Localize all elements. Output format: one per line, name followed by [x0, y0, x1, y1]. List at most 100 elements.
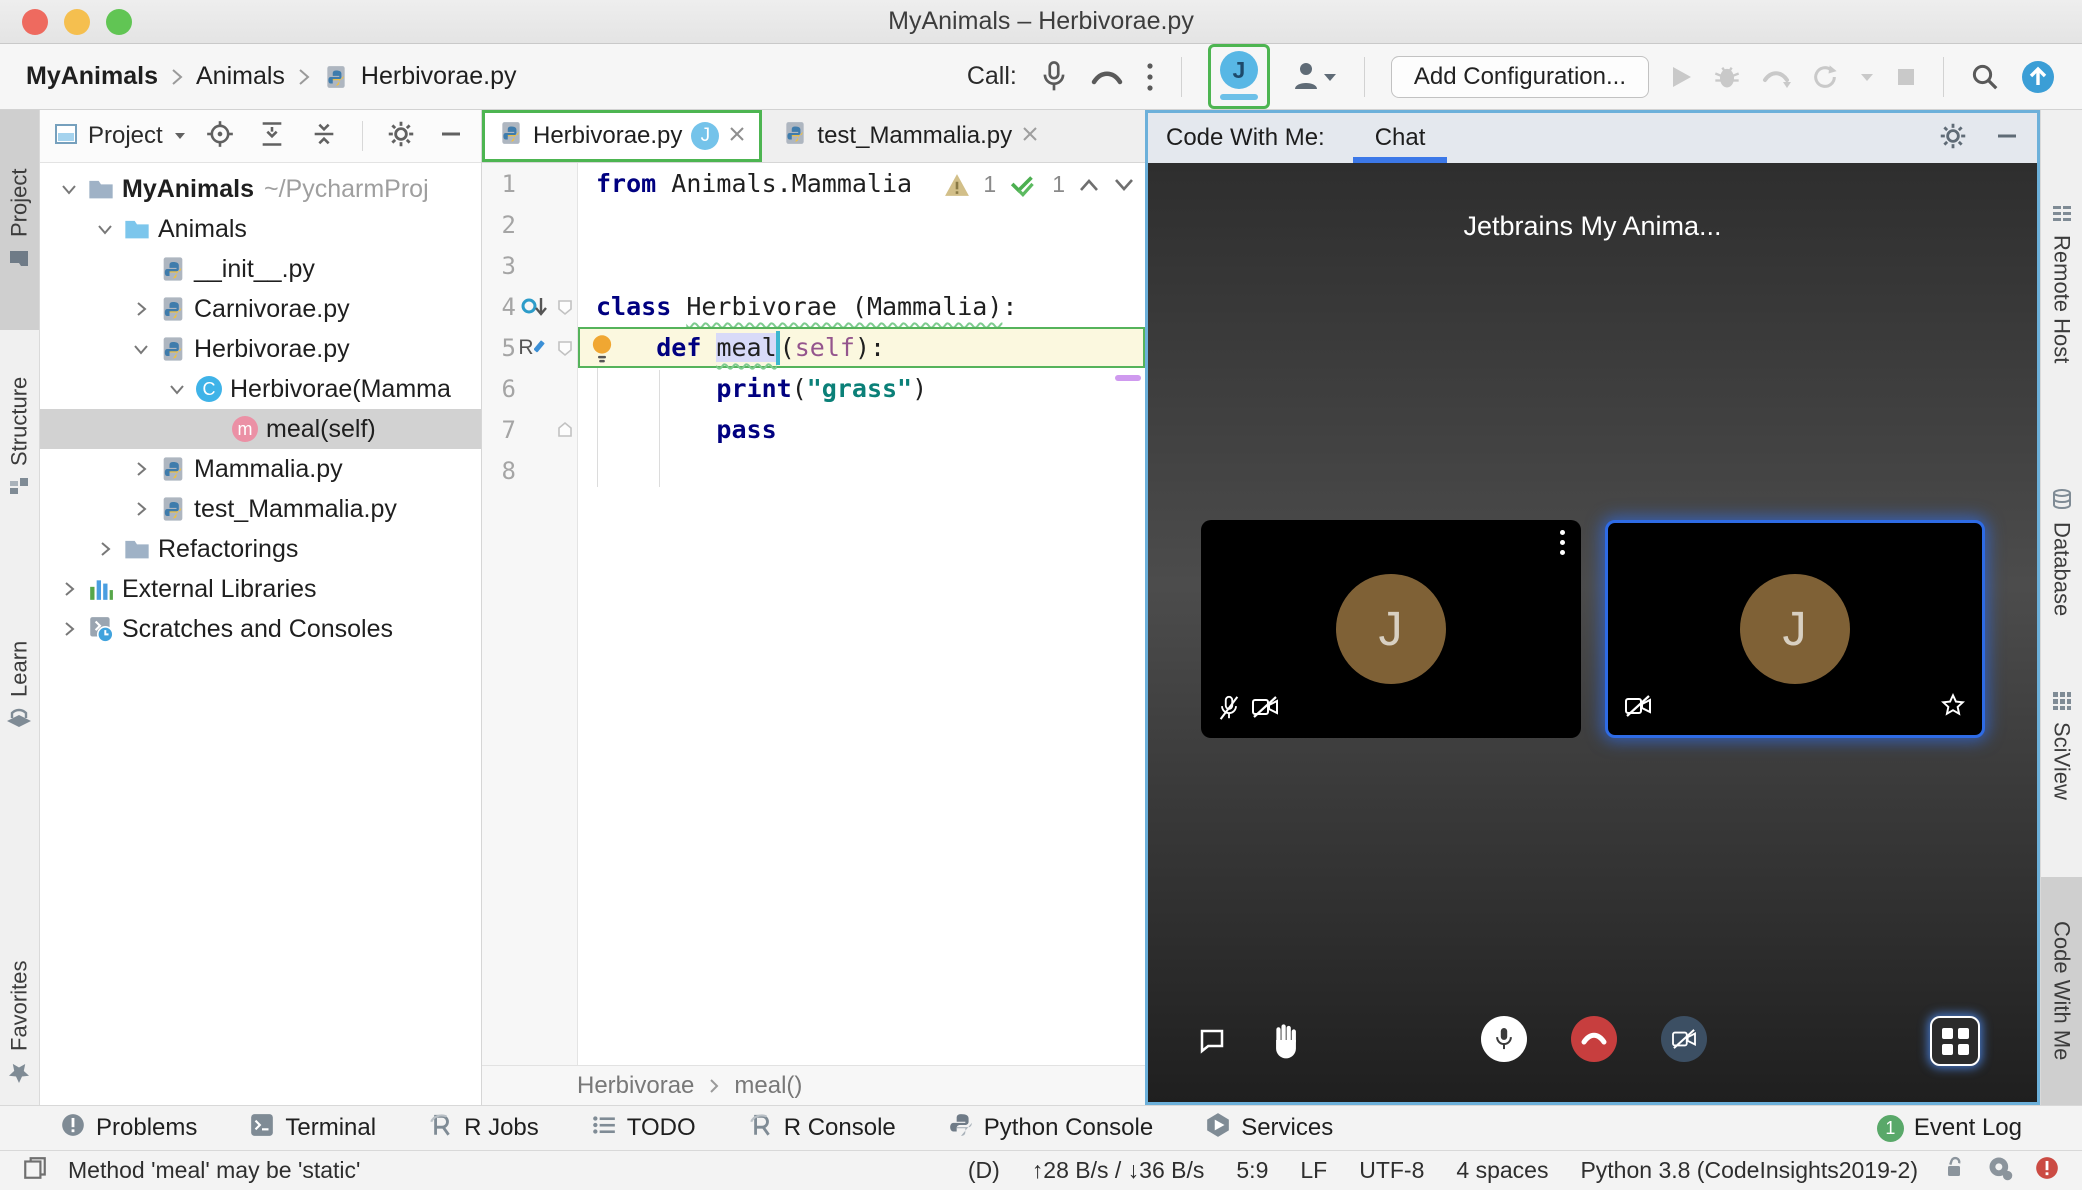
tree-item[interactable]: Herbivorae.py — [40, 329, 481, 369]
more-options-kebab-icon[interactable] — [1145, 60, 1155, 94]
expand-all-icon[interactable] — [258, 120, 286, 153]
error-indicator-icon[interactable] — [2034, 1155, 2060, 1187]
tree-item[interactable]: m meal(self) — [40, 409, 481, 449]
next-problem-icon[interactable] — [1113, 177, 1135, 193]
close-icon[interactable] — [1021, 122, 1039, 150]
tab-herbivorae-py[interactable]: Herbivorae.py J — [482, 110, 763, 162]
tab-terminal[interactable]: Terminal — [249, 1112, 376, 1145]
gear-icon[interactable] — [1939, 122, 1967, 155]
sidebar-item-database[interactable]: Database — [2041, 462, 2082, 642]
inspection-profile-icon[interactable] — [1986, 1154, 2014, 1188]
hang-up-icon[interactable] — [1089, 64, 1125, 90]
code-line-text[interactable]: pass — [578, 409, 1145, 450]
search-everywhere-icon[interactable] — [1970, 62, 2000, 92]
code-line-text[interactable] — [578, 204, 1145, 245]
tree-item[interactable]: __init__.py — [40, 249, 481, 289]
chevron-closed-icon[interactable] — [126, 300, 156, 318]
tree-item[interactable]: C Herbivorae(Mamma — [40, 369, 481, 409]
collapse-all-icon[interactable] — [310, 120, 338, 153]
code-line-text[interactable]: class Herbivorae (Mammalia): — [578, 286, 1145, 327]
stop-icon[interactable] — [1895, 66, 1917, 88]
dropdown-caret-icon[interactable] — [1859, 71, 1875, 83]
tile-menu-kebab-icon[interactable] — [1559, 530, 1565, 555]
code-line-text[interactable] — [578, 450, 1145, 491]
participants-icon[interactable] — [1290, 60, 1338, 94]
breadcrumb-folder[interactable]: Animals — [196, 62, 285, 91]
status-item[interactable]: Python 3.8 (CodeInsights2019-2) — [1580, 1157, 1918, 1184]
chevron-closed-icon[interactable] — [126, 460, 156, 478]
sidebar-item-code-with-me[interactable]: Code With Me — [2041, 877, 2082, 1105]
breadcrumb-project[interactable]: MyAnimals — [26, 62, 158, 91]
breadcrumb-file[interactable]: Herbivorae.py — [361, 62, 517, 91]
add-configuration-button[interactable]: Add Configuration... — [1390, 55, 1649, 98]
tree-item[interactable]: Scratches and Consoles — [40, 609, 481, 649]
raise-hand-button[interactable] — [1269, 1020, 1303, 1060]
run-icon[interactable] — [1669, 64, 1693, 90]
prev-problem-icon[interactable] — [1078, 177, 1100, 193]
toolwindow-toggle-icon[interactable] — [22, 1155, 48, 1187]
gear-icon[interactable] — [387, 120, 415, 153]
tree-item[interactable]: test_Mammalia.py — [40, 489, 481, 529]
chat-button[interactable] — [1197, 1026, 1227, 1056]
status-item[interactable]: (D) — [968, 1157, 1000, 1184]
chevron-open-icon[interactable] — [90, 220, 120, 238]
status-item[interactable]: 5:9 — [1236, 1157, 1268, 1184]
grid-view-button[interactable] — [1930, 1016, 1980, 1066]
tree-item[interactable]: Animals — [40, 209, 481, 249]
close-icon[interactable] — [728, 122, 746, 150]
project-panel-title[interactable]: Project — [88, 122, 163, 150]
tab-services[interactable]: Services — [1205, 1112, 1333, 1145]
tab-r-console[interactable]: R Console — [748, 1112, 896, 1145]
rerun-icon[interactable] — [1811, 63, 1839, 91]
code-editor[interactable]: 1 from Animals.Mammalia 2 3 4 class Herbivora… — [482, 163, 1145, 1065]
tab-todo[interactable]: TODO — [591, 1112, 696, 1145]
tab-r-jobs[interactable]: R Jobs — [428, 1112, 539, 1145]
sidebar-item-structure[interactable]: Structure — [0, 342, 39, 532]
status-item[interactable]: ↑28 B/s / ↓36 B/s — [1032, 1157, 1205, 1184]
hide-panel-icon[interactable] — [439, 122, 463, 151]
status-item[interactable]: LF — [1300, 1157, 1327, 1184]
update-available-icon[interactable] — [2020, 59, 2056, 95]
tab-python-console[interactable]: Python Console — [948, 1112, 1153, 1145]
inspections-widget[interactable]: 1 1 — [944, 171, 1135, 198]
tree-item[interactable]: Refactorings — [40, 529, 481, 569]
debug-icon[interactable] — [1713, 63, 1741, 91]
chevron-closed-icon[interactable] — [54, 580, 84, 598]
status-item[interactable]: UTF-8 — [1359, 1157, 1424, 1184]
locate-file-icon[interactable] — [206, 120, 234, 153]
chevron-closed-icon[interactable] — [126, 500, 156, 518]
following-user-avatar[interactable]: J — [1207, 44, 1270, 109]
microphone-icon[interactable] — [1039, 60, 1069, 94]
tab-problems[interactable]: Problems — [60, 1112, 197, 1145]
tab-event-log[interactable]: 1 Event Log — [1876, 1114, 2022, 1142]
sidebar-item-remote-host[interactable]: Remote Host — [2041, 138, 2082, 428]
attach-profiler-icon[interactable] — [1761, 64, 1791, 90]
breadcrumb-method[interactable]: meal() — [734, 1072, 802, 1100]
sidebar-item-project[interactable]: Project — [0, 110, 39, 330]
sidebar-item-sciview[interactable]: SciView — [2041, 670, 2082, 820]
camera-button[interactable] — [1661, 1016, 1707, 1062]
fold-end-marker-icon[interactable] — [556, 421, 574, 439]
override-marker-icon[interactable] — [519, 294, 549, 320]
intention-bulb-icon[interactable] — [588, 333, 616, 371]
code-line-text[interactable] — [578, 245, 1145, 286]
chevron-closed-icon[interactable] — [54, 620, 84, 638]
tree-item[interactable]: External Libraries — [40, 569, 481, 609]
status-item[interactable]: 4 spaces — [1456, 1157, 1548, 1184]
end-call-button[interactable] — [1571, 1016, 1617, 1062]
microphone-button[interactable] — [1481, 1016, 1527, 1062]
fold-marker-icon[interactable] — [556, 339, 574, 357]
video-tile-participant-1[interactable]: J — [1200, 520, 1581, 738]
tree-item[interactable]: Carnivorae.py — [40, 289, 481, 329]
tree-item[interactable]: Mammalia.py — [40, 449, 481, 489]
unlocked-icon[interactable] — [1942, 1155, 1966, 1187]
fold-marker-icon[interactable] — [556, 298, 574, 316]
sidebar-item-learn[interactable]: Learn — [0, 610, 39, 760]
tree-item[interactable]: MyAnimals ~/PycharmProj — [40, 169, 481, 209]
breadcrumb-class[interactable]: Herbivorae — [577, 1072, 694, 1100]
sidebar-item-favorites[interactable]: Favorites — [0, 940, 39, 1105]
chevron-open-icon[interactable] — [126, 340, 156, 358]
star-icon[interactable] — [1940, 692, 1966, 723]
video-tile-participant-2-active[interactable]: J — [1604, 520, 1985, 738]
tab-test-mammalia-py[interactable]: test_Mammalia.py — [762, 110, 1052, 162]
